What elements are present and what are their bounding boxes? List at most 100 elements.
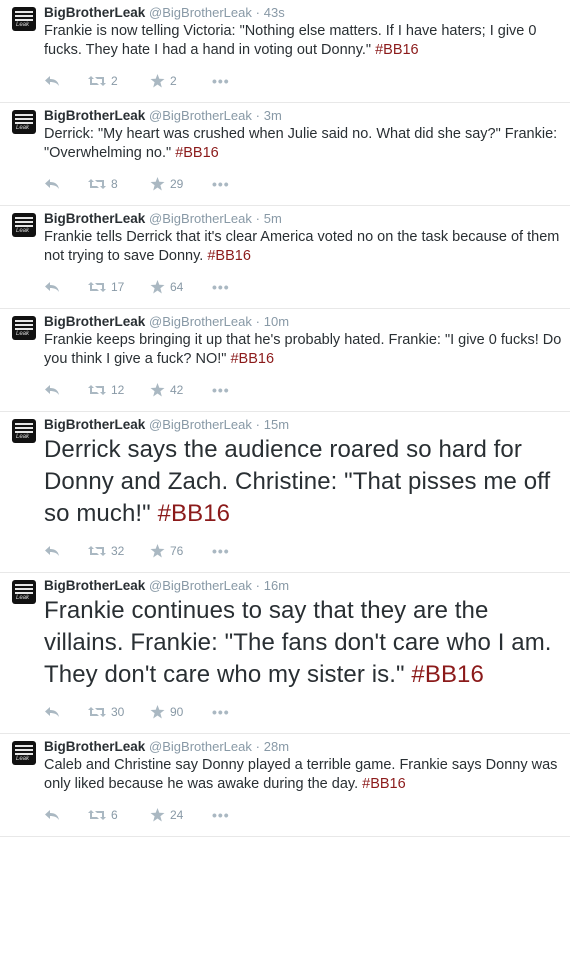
- timestamp[interactable]: 15m: [264, 417, 289, 432]
- separator: ·: [255, 108, 260, 123]
- retweet-button[interactable]: 17: [88, 280, 150, 294]
- avatar-script: Leak: [16, 331, 30, 337]
- tweet-header: BigBrotherLeak @BigBrotherLeak · 28m: [44, 738, 570, 756]
- reply-button[interactable]: [44, 281, 88, 293]
- retweet-count: 8: [111, 177, 118, 191]
- star-icon: [150, 74, 165, 88]
- favorite-count: 24: [170, 808, 184, 822]
- timestamp[interactable]: 28m: [264, 739, 289, 754]
- retweet-button[interactable]: 8: [88, 177, 150, 191]
- user-handle[interactable]: @BigBrotherLeak: [149, 578, 252, 593]
- tweet-actions: 6 24 •••: [44, 794, 570, 836]
- user-name[interactable]: BigBrotherLeak: [44, 5, 145, 20]
- retweet-icon: [88, 707, 106, 717]
- retweet-count: 32: [111, 544, 125, 558]
- retweet-button[interactable]: 30: [88, 705, 150, 719]
- separator: ·: [255, 314, 260, 329]
- timestamp[interactable]: 10m: [264, 314, 289, 329]
- more-button[interactable]: •••: [212, 543, 230, 559]
- favorite-button[interactable]: 2: [150, 74, 212, 88]
- more-icon: •••: [212, 279, 230, 295]
- more-button[interactable]: •••: [212, 279, 230, 295]
- favorite-button[interactable]: 24: [150, 808, 212, 822]
- favorite-count: 2: [170, 74, 177, 88]
- hashtag-link[interactable]: #BB16: [207, 248, 251, 264]
- tweet-actions: 8 29 •••: [44, 163, 570, 205]
- favorite-count: 29: [170, 177, 184, 191]
- user-handle[interactable]: @BigBrotherLeak: [149, 417, 252, 432]
- avatar[interactable]: Leak: [12, 580, 36, 604]
- user-name[interactable]: BigBrotherLeak: [44, 211, 145, 226]
- tweet-header: BigBrotherLeak @BigBrotherLeak · 3m: [44, 107, 570, 125]
- tweet-header: BigBrotherLeak @BigBrotherLeak · 43s: [44, 4, 570, 22]
- reply-icon: [45, 810, 59, 820]
- tweet: Leak BigBrotherLeak @BigBrotherLeak · 28…: [0, 734, 570, 837]
- retweet-button[interactable]: 6: [88, 808, 150, 822]
- reply-button[interactable]: [44, 384, 88, 396]
- user-name[interactable]: BigBrotherLeak: [44, 578, 145, 593]
- avatar-script: Leak: [16, 595, 30, 601]
- timestamp[interactable]: 5m: [264, 211, 282, 226]
- more-button[interactable]: •••: [212, 807, 230, 823]
- user-handle[interactable]: @BigBrotherLeak: [149, 108, 252, 123]
- favorite-count: 76: [170, 544, 184, 558]
- timestamp[interactable]: 16m: [264, 578, 289, 593]
- timestamp[interactable]: 43s: [264, 5, 285, 20]
- retweet-icon: [88, 546, 106, 556]
- user-name[interactable]: BigBrotherLeak: [44, 739, 145, 754]
- avatar[interactable]: Leak: [12, 213, 36, 237]
- hashtag-link[interactable]: #BB16: [362, 776, 406, 792]
- more-button[interactable]: •••: [212, 176, 230, 192]
- avatar[interactable]: Leak: [12, 419, 36, 443]
- more-icon: •••: [212, 382, 230, 398]
- favorite-button[interactable]: 29: [150, 177, 212, 191]
- favorite-button[interactable]: 90: [150, 705, 212, 719]
- tweet-body: Caleb and Christine say Donny played a t…: [44, 757, 558, 792]
- separator: ·: [255, 5, 260, 20]
- reply-button[interactable]: [44, 178, 88, 190]
- timestamp[interactable]: 3m: [264, 108, 282, 123]
- retweet-icon: [88, 810, 106, 820]
- star-icon: [150, 383, 165, 397]
- avatar-script: Leak: [16, 125, 30, 131]
- avatar[interactable]: Leak: [12, 110, 36, 134]
- user-handle[interactable]: @BigBrotherLeak: [149, 739, 252, 754]
- user-handle[interactable]: @BigBrotherLeak: [149, 5, 252, 20]
- tweet: Leak BigBrotherLeak @BigBrotherLeak · 43…: [0, 0, 570, 103]
- retweet-button[interactable]: 2: [88, 74, 150, 88]
- reply-button[interactable]: [44, 545, 88, 557]
- favorite-button[interactable]: 76: [150, 544, 212, 558]
- favorite-button[interactable]: 42: [150, 383, 212, 397]
- tweet-body: Derrick: "My heart was crushed when Juli…: [44, 126, 558, 161]
- more-button[interactable]: •••: [212, 704, 230, 720]
- more-button[interactable]: •••: [212, 382, 230, 398]
- retweet-button[interactable]: 32: [88, 544, 150, 558]
- more-button[interactable]: •••: [212, 73, 230, 89]
- reply-icon: [45, 76, 59, 86]
- user-name[interactable]: BigBrotherLeak: [44, 108, 145, 123]
- retweet-button[interactable]: 12: [88, 383, 150, 397]
- user-name[interactable]: BigBrotherLeak: [44, 314, 145, 329]
- reply-button[interactable]: [44, 75, 88, 87]
- user-handle[interactable]: @BigBrotherLeak: [149, 314, 252, 329]
- avatar[interactable]: Leak: [12, 741, 36, 765]
- avatar[interactable]: Leak: [12, 7, 36, 31]
- user-handle[interactable]: @BigBrotherLeak: [149, 211, 252, 226]
- tweet-text: Derrick: "My heart was crushed when Juli…: [44, 125, 570, 163]
- hashtag-link[interactable]: #BB16: [175, 145, 219, 161]
- tweet-actions: 17 64 •••: [44, 266, 570, 308]
- reply-button[interactable]: [44, 706, 88, 718]
- separator: ·: [255, 211, 260, 226]
- hashtag-link[interactable]: #BB16: [230, 351, 274, 367]
- user-name[interactable]: BigBrotherLeak: [44, 417, 145, 432]
- avatar[interactable]: Leak: [12, 316, 36, 340]
- favorite-button[interactable]: 64: [150, 280, 212, 294]
- favorite-count: 90: [170, 705, 184, 719]
- favorite-count: 42: [170, 383, 184, 397]
- retweet-count: 6: [111, 808, 118, 822]
- hashtag-link[interactable]: #BB16: [375, 42, 419, 58]
- more-icon: •••: [212, 176, 230, 192]
- hashtag-link[interactable]: #BB16: [411, 661, 484, 688]
- hashtag-link[interactable]: #BB16: [158, 500, 231, 527]
- reply-button[interactable]: [44, 809, 88, 821]
